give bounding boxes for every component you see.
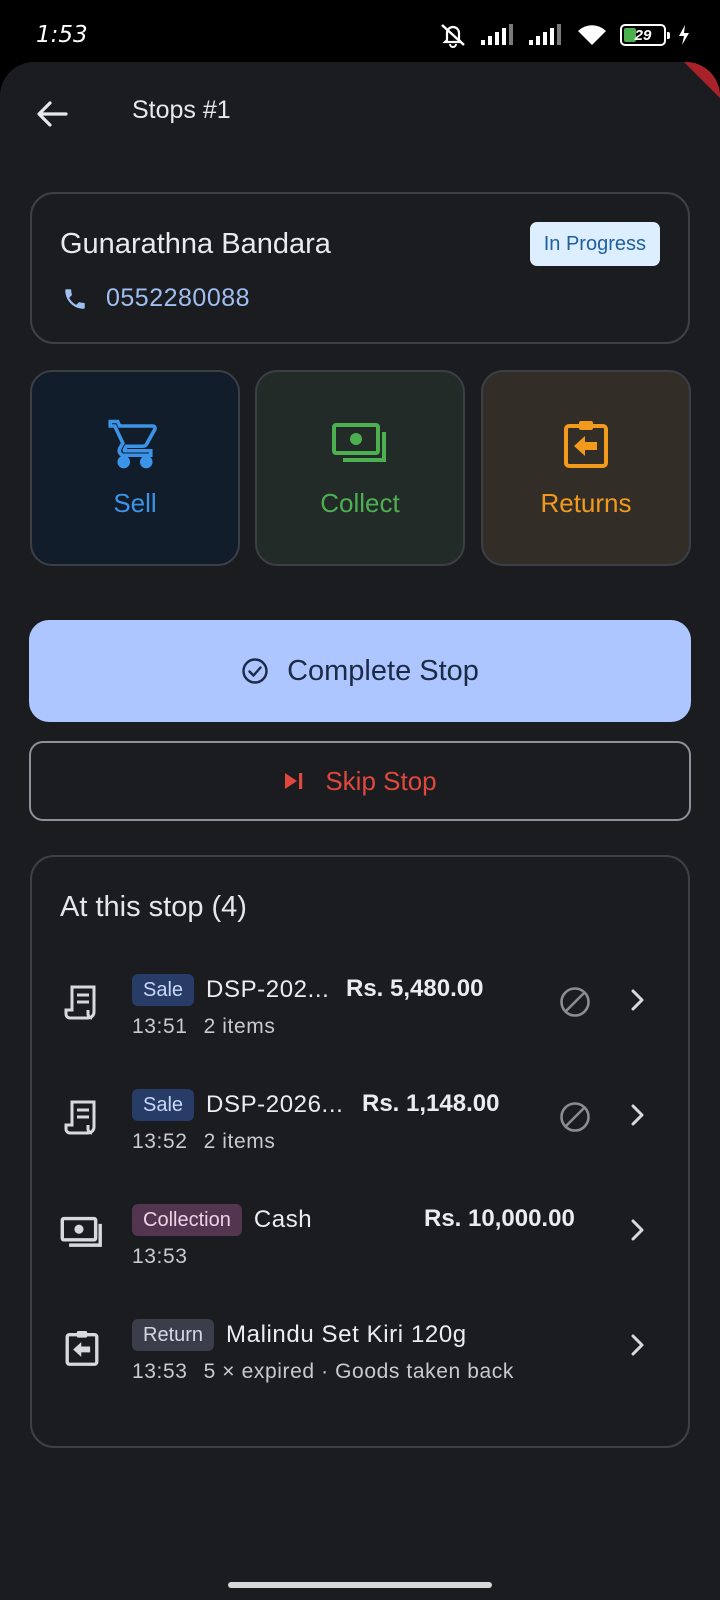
entry-amount: Rs. 1,148.00: [362, 1090, 500, 1117]
sell-button[interactable]: Sell: [30, 370, 240, 566]
status-icons: 29: [438, 22, 690, 48]
entry-reference: Malindu Set Kiri 120g: [226, 1321, 467, 1348]
collect-button[interactable]: Collect: [255, 370, 465, 566]
check-circle-icon: [242, 658, 268, 684]
cash-icon: [60, 1216, 102, 1247]
signal-icon: [529, 24, 561, 45]
entry-amount: Rs. 5,480.00: [346, 975, 484, 1002]
mute-notification-icon: [441, 24, 465, 48]
list-item[interactable]: Return Malindu Set Kiri 120g 13:53 5 × e…: [32, 1298, 688, 1398]
app-screen: Stops #1 Gunarathna Bandara In Progress …: [0, 62, 720, 1600]
entry-time: 13:53: [132, 1360, 188, 1383]
customer-card: Gunarathna Bandara In Progress 055228008…: [30, 192, 690, 344]
home-indicator[interactable]: [228, 1582, 492, 1588]
sale-tag: Sale: [132, 1089, 195, 1121]
battery-level: 29: [634, 26, 652, 44]
complete-stop-button[interactable]: Complete Stop: [29, 620, 691, 722]
sale-tag: Sale: [132, 974, 195, 1006]
phone-icon: [65, 288, 85, 309]
cart-icon: [108, 419, 157, 469]
chevron-right-icon: [631, 1104, 644, 1126]
customer-name: Gunarathna Bandara: [60, 228, 331, 260]
sell-label: Sell: [113, 488, 157, 518]
entry-detail: 5 × expired · Goods taken back: [203, 1360, 514, 1383]
return-clipboard-icon: [564, 421, 608, 468]
list-item[interactable]: Collection Cash Rs. 10,000.00 13:53: [32, 1183, 688, 1283]
cash-icon: [332, 423, 386, 462]
list-item[interactable]: Sale DSP-202... Rs. 5,480.00 13:51 2 ite…: [32, 953, 688, 1053]
cancel-icon[interactable]: [558, 985, 592, 1019]
status-bar: 1:53 29: [0, 0, 720, 62]
app-bar: Stops #1: [0, 62, 720, 162]
list-item[interactable]: Sale DSP-2026... Rs. 1,148.00 13:52 2 it…: [32, 1068, 688, 1168]
entry-reference: DSP-202...: [206, 976, 330, 1003]
battery-indicator: 29: [620, 24, 670, 46]
phone-number: 0552280088: [106, 284, 251, 312]
chevron-right-icon: [631, 1334, 644, 1356]
returns-label: Returns: [540, 488, 632, 518]
chevron-right-icon: [631, 989, 644, 1011]
chevron-right-icon: [631, 1219, 644, 1241]
clock: 1:53: [36, 22, 88, 48]
status-badge: In Progress: [529, 222, 660, 266]
complete-stop-label: Complete Stop: [287, 654, 479, 687]
return-tag: Return: [132, 1319, 215, 1351]
wifi-icon: [578, 25, 606, 45]
entry-amount: Rs. 10,000.00: [424, 1205, 575, 1232]
receipt-icon: [64, 1100, 96, 1135]
cancel-icon[interactable]: [558, 1100, 592, 1134]
return-clipboard-icon: [65, 1331, 99, 1366]
entry-time: 13:51: [132, 1015, 188, 1038]
entry-time: 13:53: [132, 1245, 188, 1268]
charging-icon: [679, 25, 689, 45]
arrow-back-icon: [37, 101, 68, 127]
signal-icon: [481, 24, 513, 45]
entry-detail: 2 items: [203, 1130, 276, 1153]
entry-detail: 2 items: [203, 1015, 276, 1038]
back-button[interactable]: [28, 90, 76, 138]
entry-time: 13:52: [132, 1130, 188, 1153]
skip-stop-button[interactable]: Skip Stop: [29, 741, 691, 821]
entry-reference: Cash: [253, 1206, 313, 1233]
page-title: Stops #1: [132, 96, 231, 124]
skip-next-icon: [285, 773, 303, 789]
skip-stop-label: Skip Stop: [325, 765, 437, 796]
receipt-icon: [64, 985, 96, 1020]
returns-button[interactable]: Returns: [481, 370, 691, 566]
section-title: At this stop (4): [60, 891, 247, 923]
stop-activity-card: At this stop (4) Sale DSP-202... Rs. 5,4…: [30, 855, 690, 1448]
phone-link[interactable]: 0552280088: [62, 284, 250, 313]
collect-label: Collect: [320, 488, 400, 518]
collection-tag: Collection: [132, 1204, 242, 1236]
entry-reference: DSP-2026...: [206, 1091, 344, 1118]
